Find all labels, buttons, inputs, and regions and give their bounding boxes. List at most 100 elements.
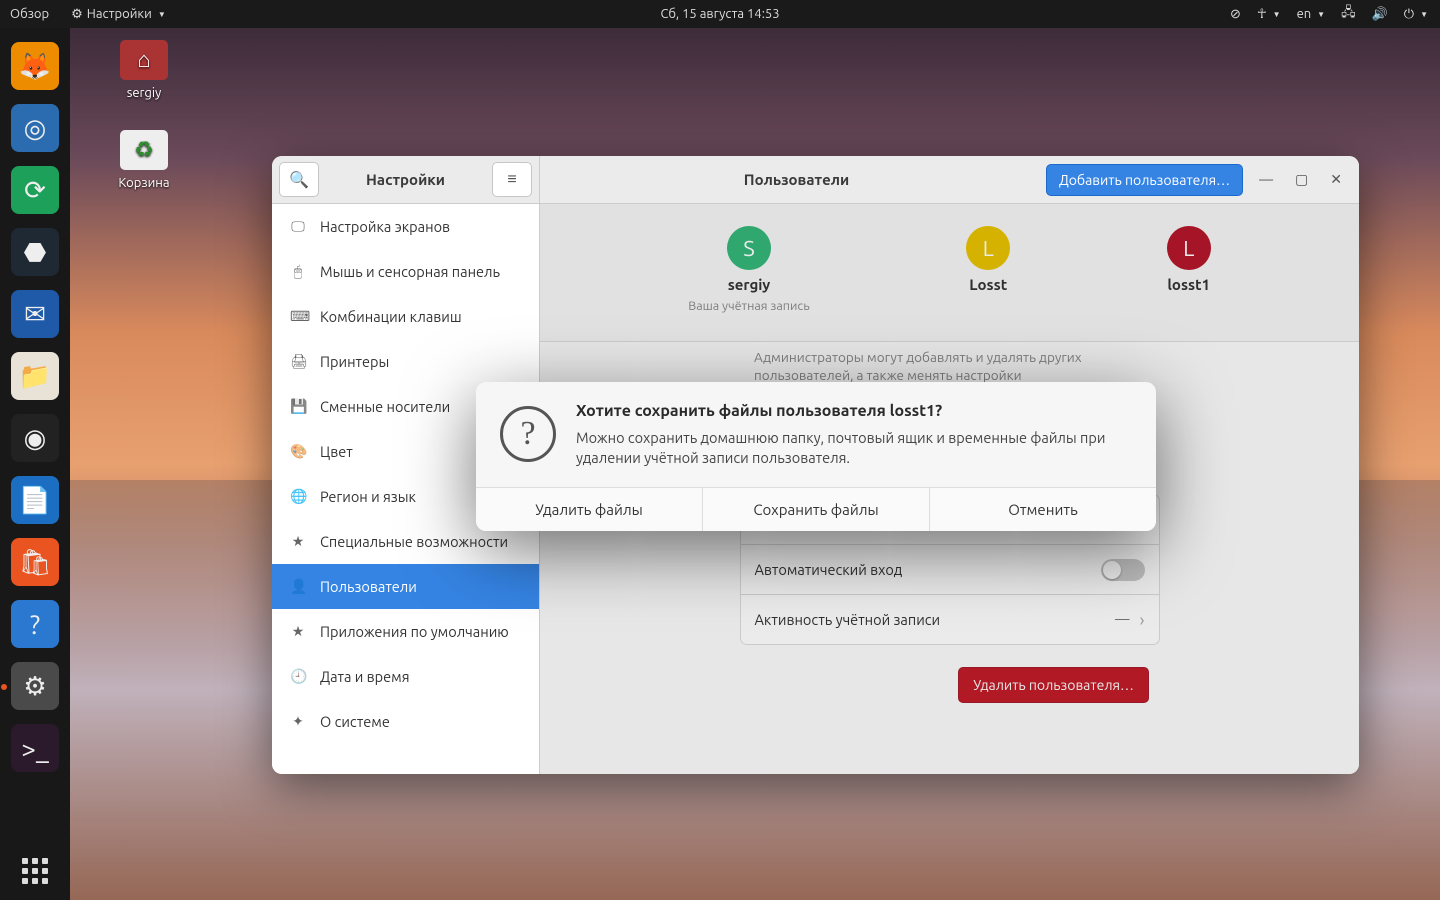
sidebar-label: Принтеры [320, 353, 389, 370]
dialog-body: Можно сохранить домашнюю папку, почтовый… [576, 428, 1132, 469]
writer-icon: 📄 [19, 485, 51, 516]
clock[interactable]: Сб, 15 августа 14:53 [660, 7, 779, 21]
dock-music[interactable]: ◉ [11, 414, 59, 462]
sidebar-label: Регион и язык [320, 488, 416, 505]
sidebar-icon: ⌨ [290, 308, 306, 325]
hamburger-icon: ≡ [507, 170, 516, 189]
btn-label: Отменить [1008, 501, 1078, 518]
dock-settings[interactable]: ⚙ [11, 662, 59, 710]
files-icon: 📁 [19, 361, 51, 392]
sidebar-title: Настройки [326, 171, 485, 188]
cancel-button[interactable]: Отменить [930, 488, 1156, 531]
maximize-button[interactable]: ▢ [1295, 171, 1308, 188]
sidebar-icon: ★ [290, 533, 306, 550]
dock-firefox[interactable]: 🦊 [11, 42, 59, 90]
chevron-down-icon: ▼ [158, 10, 166, 19]
volume-icon[interactable]: 🔊 [1372, 7, 1388, 22]
chevron-down-icon: ▼ [1420, 10, 1428, 19]
dock-files[interactable]: 📁 [11, 352, 59, 400]
sidebar-icon: 🖵 [290, 218, 306, 235]
folder-icon: ⌂ [120, 40, 168, 80]
activities-button[interactable]: Обзор [10, 7, 49, 21]
sidebar-item-11[interactable]: ✦ О системе [272, 699, 539, 744]
accessibility-menu[interactable]: ☥▼ [1257, 7, 1281, 22]
sidebar-icon: 🎨 [290, 443, 306, 460]
sidebar-icon: 👤 [290, 578, 306, 595]
headerbar: 🔍 Настройки ≡ Пользователи Добавить поль… [272, 156, 1359, 204]
sidebar-item-1[interactable]: 🖱Мышь и сенсорная панель [272, 249, 539, 294]
appmenu-label: Настройки [87, 7, 152, 21]
settings-icon: ⚙ [23, 671, 46, 702]
mail-icon: ✉ [24, 299, 46, 330]
appmenu-button[interactable]: ⚙ Настройки ▼ [71, 7, 166, 22]
dock-terminal[interactable]: >_ [11, 724, 59, 772]
page-title: Пользователи [547, 171, 1046, 188]
network-icon[interactable]: 🖧 [1341, 3, 1356, 25]
chromium-icon: ◎ [24, 113, 47, 144]
sidebar-icon: 💾 [290, 398, 306, 415]
gnome-topbar: Обзор ⚙ Настройки ▼ Сб, 15 августа 14:53… [0, 0, 1440, 28]
system-menu[interactable]: ⏻▼ [1404, 7, 1428, 22]
sidebar-icon: 🖨 [290, 353, 306, 370]
sidebar-item-2[interactable]: ⌨ Комбинации клавиш [272, 294, 539, 339]
question-icon: ? [500, 406, 556, 462]
sidebar-label: Комбинации клавиш [320, 308, 462, 325]
lang-label: en [1297, 7, 1312, 21]
delete-files-button[interactable]: Удалить файлы [476, 488, 703, 531]
desktop-icon-trash[interactable]: ♻ Корзина [104, 130, 184, 190]
trash-icon: ♻ [120, 130, 168, 170]
sidebar-label: Приложения по умолчанию [320, 623, 509, 640]
sidebar-item-3[interactable]: 🖨 Принтеры [272, 339, 539, 384]
sidebar-item-10[interactable]: 🕘 Дата и время [272, 654, 539, 699]
menu-button[interactable]: ≡ [492, 162, 532, 197]
terminal-icon: >_ [21, 734, 48, 763]
minimize-button[interactable]: — [1259, 171, 1273, 188]
sidebar-icon: 🖱 [290, 263, 306, 280]
sidebar-icon: 🕘 [290, 668, 306, 685]
record-icon[interactable]: ⊘ [1230, 7, 1241, 22]
firefox-icon: 🦊 [19, 51, 51, 82]
dock-remote[interactable]: ⟳ [11, 166, 59, 214]
dock-chromium[interactable]: ◎ [11, 104, 59, 152]
sidebar-label: Сменные носители [320, 398, 450, 415]
dock-mail[interactable]: ✉ [11, 290, 59, 338]
dock: 🦊 ◎ ⟳ ⬣ ✉ 📁 ◉ 📄 🛍? ⚙ >_ [0, 28, 70, 900]
code-icon: ⬣ [24, 237, 47, 268]
sidebar-item-0[interactable]: 🖵 Настройка экранов [272, 204, 539, 249]
keyboard-layout[interactable]: en ▼ [1297, 7, 1326, 21]
chevron-down-icon: ▼ [1273, 10, 1281, 19]
sidebar-icon: 🌐 [290, 488, 306, 505]
chevron-down-icon: ▼ [1317, 10, 1325, 19]
help-icon: ? [30, 610, 40, 639]
remote-icon: ⟳ [24, 175, 46, 206]
dock-software[interactable]: 🛍 [11, 538, 59, 586]
sidebar-icon: ★ [290, 623, 306, 640]
activities-label: Обзор [10, 7, 49, 21]
sidebar-item-8[interactable]: 👤Пользователи [272, 564, 539, 609]
dock-code[interactable]: ⬣ [11, 228, 59, 276]
desktop: ⌂ sergiy ♻ Корзина 🔍 Настройки ≡ Пользов… [70, 28, 1440, 900]
search-button[interactable]: 🔍 [279, 162, 319, 197]
gear-icon: ⚙ [71, 7, 83, 22]
close-button[interactable]: ✕ [1330, 171, 1342, 188]
accessibility-icon: ☥ [1257, 7, 1267, 22]
sidebar-label: Настройка экранов [320, 218, 450, 235]
btn-label: Удалить файлы [535, 501, 643, 518]
delete-files-dialog: ? Хотите сохранить файлы пользователя lo… [476, 382, 1156, 531]
btn-label: Сохранить файлы [753, 501, 878, 518]
clock-label: Сб, 15 августа 14:53 [660, 7, 779, 21]
add-user-button[interactable]: Добавить пользователя… [1046, 164, 1243, 196]
desktop-icon-home[interactable]: ⌂ sergiy [104, 40, 184, 100]
show-apps-button[interactable] [22, 858, 48, 884]
sidebar-label: Дата и время [320, 668, 410, 685]
dock-writer[interactable]: 📄 [11, 476, 59, 524]
sidebar-icon: ✦ [290, 713, 306, 730]
dock-help[interactable]: ? [11, 600, 59, 648]
power-icon: ⏻ [1404, 7, 1414, 22]
add-user-label: Добавить пользователя… [1059, 172, 1230, 188]
sidebar-label: О системе [320, 713, 390, 730]
sidebar-item-9[interactable]: ★ Приложения по умолчанию [272, 609, 539, 654]
software-icon: 🛍 [18, 547, 51, 578]
search-icon: 🔍 [289, 170, 309, 189]
keep-files-button[interactable]: Сохранить файлы [703, 488, 930, 531]
